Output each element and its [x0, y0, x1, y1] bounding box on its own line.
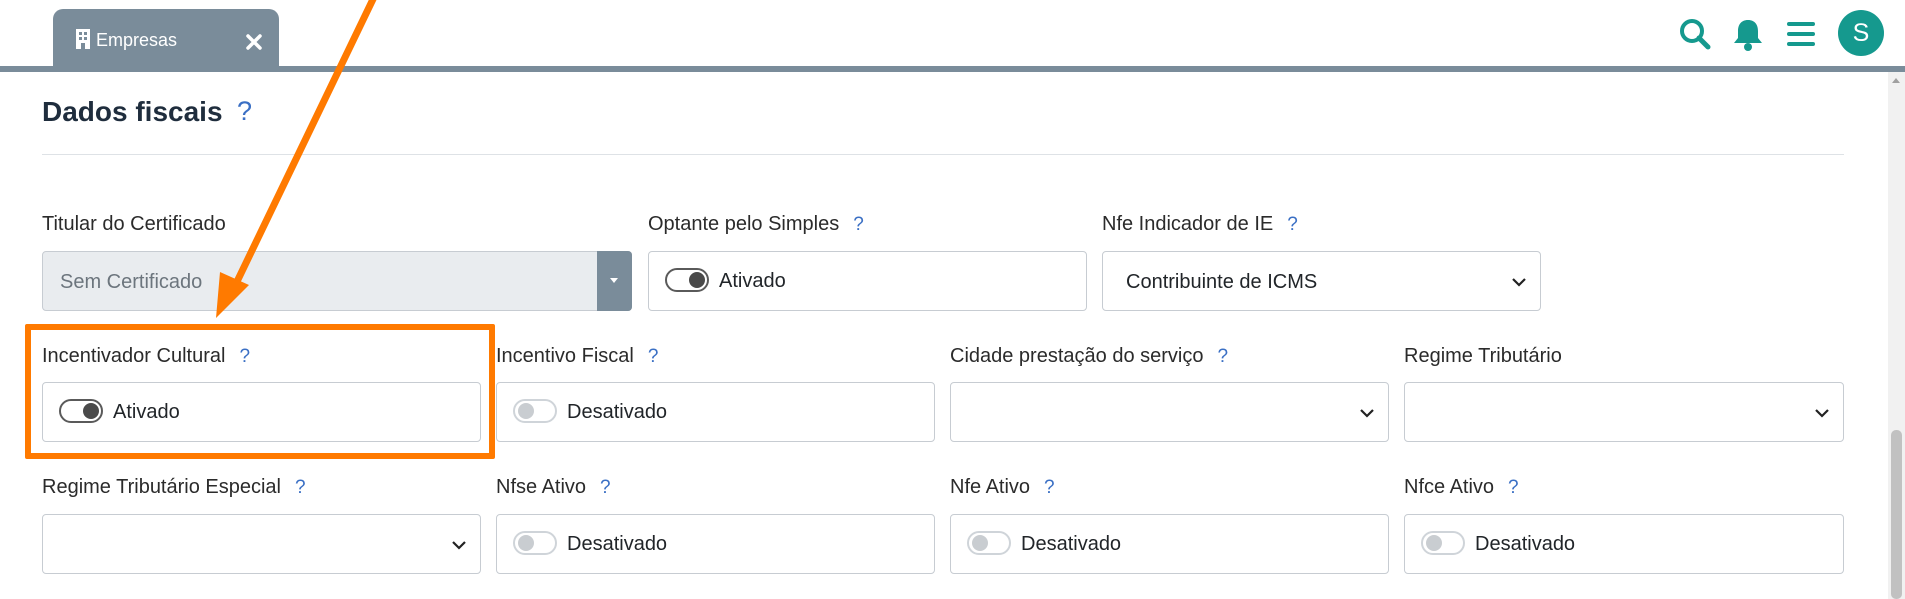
incentivador-state: Ativado: [113, 401, 180, 423]
nfse-label-text: Nfse Ativo: [496, 476, 587, 498]
divider: [42, 154, 1844, 155]
scroll-up-icon[interactable]: [1892, 78, 1900, 83]
nfce-label-text: Nfce Ativo: [1404, 476, 1495, 498]
chevron-down-icon: [1815, 409, 1829, 418]
nfse-field: Desativado: [496, 514, 935, 574]
optante-state: Ativado: [719, 270, 786, 292]
optante-field: Ativado: [648, 251, 1087, 311]
toggle-knob: [972, 535, 988, 551]
optante-label-text: Optante pelo Simples: [648, 213, 840, 235]
regime-select[interactable]: [1404, 382, 1844, 442]
cidade-select[interactable]: [950, 382, 1389, 442]
avatar[interactable]: S: [1838, 10, 1884, 56]
chevron-down-icon: [452, 541, 466, 550]
top-bar: Empresas S: [0, 0, 1905, 66]
nfe-field: Desativado: [950, 514, 1389, 574]
optante-toggle[interactable]: [665, 268, 709, 292]
toggle-knob: [518, 403, 534, 419]
help-icon[interactable]: ?: [1044, 477, 1055, 498]
nfse-label: Nfse Ativo?: [496, 476, 611, 499]
incentivador-label: Incentivador Cultural?: [42, 345, 250, 368]
incentivo-field: Desativado: [496, 382, 935, 442]
regime-especial-label-text: Regime Tributário Especial: [42, 476, 281, 498]
cidade-label-text: Cidade prestação do serviço: [950, 345, 1204, 367]
toggle-knob: [83, 403, 99, 419]
nfe-state: Desativado: [1021, 533, 1122, 555]
incentivador-toggle[interactable]: [59, 399, 103, 423]
nfe-ie-select[interactable]: Contribuinte de ICMS: [1102, 251, 1541, 311]
nfe-ie-label: Nfe Indicador de IE?: [1102, 213, 1298, 236]
incentivo-label: Incentivo Fiscal?: [496, 345, 658, 368]
nfse-state: Desativado: [567, 533, 668, 555]
nfe-ie-value: Contribuinte de ICMS: [1126, 271, 1318, 293]
help-icon[interactable]: ?: [1217, 346, 1228, 367]
titular-label: Titular do Certificado: [42, 213, 226, 236]
incentivador-label-text: Incentivador Cultural: [42, 345, 226, 367]
help-icon[interactable]: ?: [648, 346, 659, 367]
incentivador-field: Ativado: [42, 382, 481, 442]
regime-especial-label: Regime Tributário Especial?: [42, 476, 306, 499]
search-icon[interactable]: [1673, 12, 1717, 56]
nfe-label: Nfe Ativo?: [950, 476, 1055, 499]
regime-label-text: Regime Tributário: [1404, 345, 1562, 367]
nfe-ie-label-text: Nfe Indicador de IE: [1102, 213, 1274, 235]
nfce-toggle[interactable]: [1421, 531, 1465, 555]
cidade-label: Cidade prestação do serviço?: [950, 345, 1228, 368]
regime-especial-select[interactable]: [42, 514, 481, 574]
help-icon[interactable]: ?: [295, 477, 306, 498]
incentivo-state: Desativado: [567, 401, 668, 423]
building-icon: [76, 29, 90, 49]
tab-label: Empresas: [96, 30, 178, 50]
toggle-knob: [689, 272, 705, 288]
optante-label: Optante pelo Simples?: [648, 213, 864, 236]
incentivo-toggle[interactable]: [513, 399, 557, 423]
titular-value: Sem Certificado: [60, 271, 203, 293]
close-icon[interactable]: [241, 29, 267, 55]
nfce-state: Desativado: [1475, 533, 1576, 555]
caret-down-icon[interactable]: [597, 251, 632, 311]
incentivo-label-text: Incentivo Fiscal: [496, 345, 634, 367]
top-bar-border: [0, 66, 1905, 72]
nfse-toggle[interactable]: [513, 531, 557, 555]
nfce-label: Nfce Ativo?: [1404, 476, 1519, 499]
nfe-toggle[interactable]: [967, 531, 1011, 555]
help-icon[interactable]: ?: [1508, 477, 1519, 498]
section-title: Dados fiscais: [42, 96, 223, 127]
tab-empresas[interactable]: Empresas: [53, 9, 279, 66]
nfe-label-text: Nfe Ativo: [950, 476, 1031, 498]
nfce-field: Desativado: [1404, 514, 1844, 574]
titular-select[interactable]: Sem Certificado: [42, 251, 632, 311]
help-icon[interactable]: ?: [237, 96, 252, 127]
help-icon[interactable]: ?: [600, 477, 611, 498]
bell-icon[interactable]: [1726, 12, 1770, 56]
chevron-down-icon: [1360, 409, 1374, 418]
help-icon[interactable]: ?: [853, 214, 864, 235]
help-icon[interactable]: ?: [239, 346, 250, 367]
menu-icon[interactable]: [1779, 12, 1823, 56]
toggle-knob: [1426, 535, 1442, 551]
regime-label: Regime Tributário: [1404, 345, 1562, 368]
titular-label-text: Titular do Certificado: [42, 213, 226, 235]
chevron-down-icon: [1512, 278, 1526, 287]
toggle-knob: [518, 535, 534, 551]
help-icon[interactable]: ?: [1287, 214, 1298, 235]
scrollbar-thumb[interactable]: [1891, 430, 1902, 599]
